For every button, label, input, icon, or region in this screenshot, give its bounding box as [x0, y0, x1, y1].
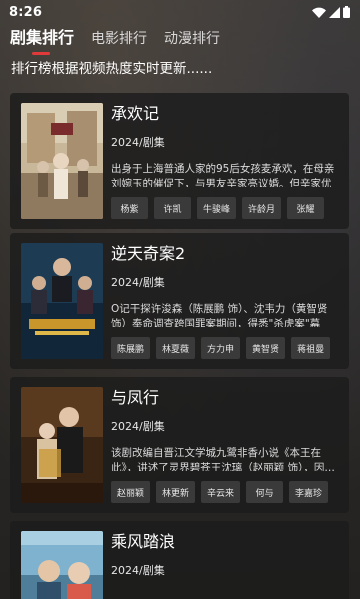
actor-list: 赵丽颖 林更新 辛云来 何与 李嘉珍: [111, 481, 339, 503]
category-tabs: 剧集排行 电影排行 动漫排行: [0, 24, 360, 55]
battery-icon: [343, 6, 350, 18]
item-meta: 2024/剧集: [111, 276, 165, 289]
actor-tag[interactable]: 张耀: [287, 197, 325, 219]
item-title: 承欢记: [111, 104, 160, 123]
status-time: 8:26: [9, 4, 43, 20]
item-description: 出身于上海普通人家的95后女孩麦承欢，在母亲刘婉玉的催促下，与男友辛家亮议婚。但…: [111, 163, 335, 187]
list-item[interactable]: 乘风踏浪 2024/剧集: [10, 521, 349, 599]
list-item[interactable]: 与凤行 2024/剧集 该剧改编自晋江文学城九鹭非香小说《本王在此》，讲述了灵界…: [10, 377, 349, 513]
list-item[interactable]: 逆天奇案2 2024/剧集 O记干探许浚森（陈展鹏 饰）、沈韦力（黄智贤 饰）奉…: [10, 233, 349, 369]
actor-tag[interactable]: 何与: [246, 481, 284, 503]
actor-tag[interactable]: 蒋祖曼: [291, 337, 331, 359]
item-meta: 2024/剧集: [111, 136, 165, 149]
item-info: 与凤行 2024/剧集 该剧改编自晋江文学城九鹭非香小说《本王在此》，讲述了灵界…: [111, 387, 339, 503]
gesture-bar: [0, 593, 360, 599]
status-bar: 8:26: [0, 0, 360, 24]
poster-image: [21, 531, 103, 599]
list-item[interactable]: 承欢记 2024/剧集 出身于上海普通人家的95后女孩麦承欢，在母亲刘婉玉的催促…: [10, 93, 349, 229]
item-meta: 2024/剧集: [111, 420, 165, 433]
item-title: 逆天奇案2: [111, 244, 186, 263]
tab-series-ranking[interactable]: 剧集排行: [10, 24, 74, 55]
tab-movie-ranking[interactable]: 电影排行: [91, 28, 147, 54]
actor-list: 杨紫 许凯 牛骏峰 许龄月 张耀: [111, 197, 339, 219]
actor-tag[interactable]: 杨紫: [111, 197, 148, 219]
item-info: 乘风踏浪 2024/剧集: [111, 531, 339, 599]
actor-tag[interactable]: 李嘉珍: [289, 481, 329, 503]
item-meta: 2024/剧集: [111, 564, 165, 577]
actor-tag[interactable]: 赵丽颖: [111, 481, 151, 503]
item-title: 乘风踏浪: [111, 532, 176, 551]
item-title: 与凤行: [111, 388, 160, 407]
actor-tag[interactable]: 牛骏峰: [197, 197, 237, 219]
wifi-icon: [312, 7, 326, 18]
actor-tag[interactable]: 黄智贤: [246, 337, 286, 359]
signal-icon: [329, 6, 340, 18]
item-info: 承欢记 2024/剧集 出身于上海普通人家的95后女孩麦承欢，在母亲刘婉玉的催促…: [111, 103, 339, 219]
actor-list: 陈展鹏 林夏薇 方力申 黄智贤 蒋祖曼: [111, 337, 339, 359]
poster-image: [21, 103, 103, 219]
actor-tag[interactable]: 林夏薇: [156, 337, 196, 359]
ranking-subtitle: 排行榜根据视频热度实时更新......: [11, 61, 213, 77]
item-description: O记干探许浚森（陈展鹏 饰）、沈韦力（黄智贤 饰）奉命调查跨国罪案期间，得悉"杀…: [111, 303, 328, 327]
item-description: 该剧改编自晋江文学城九鹭非香小说《本王在此》，讲述了灵界碧苍王沈璃（赵丽颖 饰）…: [111, 447, 335, 471]
actor-tag[interactable]: 辛云来: [201, 481, 241, 503]
actor-tag[interactable]: 林更新: [156, 481, 196, 503]
app-screen: 8:26 剧集排行 电影排行 动漫排行 排行榜根据视频热度实时更新......: [0, 0, 360, 599]
actor-tag[interactable]: 许凯: [154, 197, 191, 219]
poster-image: [21, 243, 103, 359]
actor-tag[interactable]: 陈展鹏: [111, 337, 151, 359]
actor-tag[interactable]: 方力申: [201, 337, 241, 359]
status-icons: [312, 6, 350, 18]
actor-tag[interactable]: 许龄月: [242, 197, 282, 219]
poster-image: [21, 387, 103, 503]
tab-anime-ranking[interactable]: 动漫排行: [164, 28, 220, 54]
item-info: 逆天奇案2 2024/剧集 O记干探许浚森（陈展鹏 饰）、沈韦力（黄智贤 饰）奉…: [111, 243, 339, 359]
